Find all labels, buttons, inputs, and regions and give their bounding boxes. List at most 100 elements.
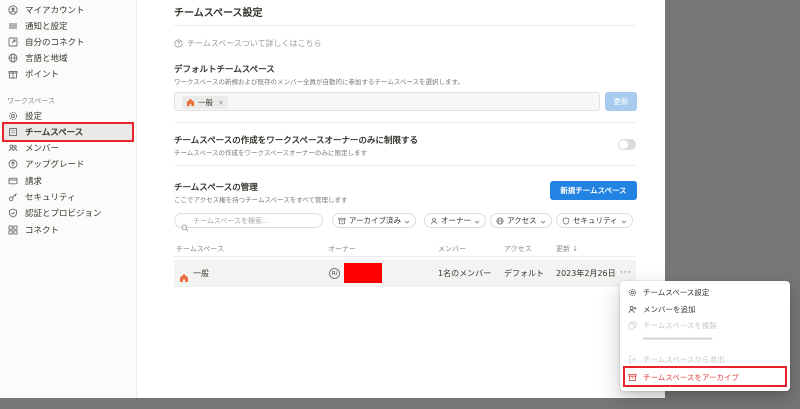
- sidebar-item-security[interactable]: セキュリティ: [4, 189, 132, 205]
- sidebar-item-label: 言語と地域: [25, 54, 68, 64]
- page-title: チームスペース設定: [174, 8, 263, 19]
- user-circle-icon: [7, 4, 19, 16]
- manage-teamspaces-description: ここでアクセス権を持つチームスペースをすべて管理します: [174, 196, 348, 204]
- chip-remove-icon[interactable]: ×: [218, 99, 224, 107]
- overlay-backdrop-bottom: [0, 398, 665, 409]
- restrict-creation-toggle[interactable]: [618, 139, 636, 150]
- column-header-access[interactable]: アクセス: [504, 244, 532, 254]
- filter-owner[interactable]: オーナー: [424, 213, 486, 228]
- filter-label: オーナー: [441, 216, 471, 225]
- divider: [174, 165, 636, 166]
- menu-item-label: チームスペースから退出: [643, 354, 725, 364]
- member-count: 1名のメンバー: [438, 269, 492, 278]
- restrict-creation-description: チームスペースの作成をワークスペースオーナーのみに限定します: [174, 149, 368, 157]
- exit-icon: [628, 354, 637, 364]
- sidebar-item-label: チームスペース: [25, 128, 84, 138]
- sidebar-item-label: 請求: [25, 177, 43, 187]
- new-teamspace-button[interactable]: 新規チームスペース: [550, 181, 637, 200]
- redacted-owner-name: [344, 263, 382, 283]
- search-input[interactable]: [193, 216, 313, 225]
- shield-icon: [7, 207, 19, 219]
- settings-sidebar: マイアカウント 通知と設定 自分のコネクト 言語と地域 ポイント ワークスペース…: [0, 0, 137, 409]
- manage-teamspaces-title: チームスペースの管理: [174, 183, 258, 193]
- gear-icon: [7, 110, 19, 122]
- teamspace-chip: 一般 ×: [182, 96, 228, 109]
- column-header-updated[interactable]: 更新 ↓: [556, 244, 578, 254]
- search-icon: [181, 217, 189, 231]
- sidebar-item-upgrade[interactable]: アップグレード: [4, 156, 132, 172]
- sidebar-item-language-region[interactable]: 言語と地域: [4, 50, 132, 66]
- sidebar-item-label: メンバー: [25, 144, 60, 154]
- credit-card-icon: [7, 175, 19, 187]
- sidebar-item-members[interactable]: メンバー: [4, 140, 132, 156]
- workspace-section-label: ワークスペース: [7, 97, 55, 105]
- filter-access[interactable]: アクセス: [490, 213, 552, 228]
- sidebar-item-my-connections[interactable]: 自分のコネクト: [4, 34, 132, 50]
- home-icon: [179, 268, 189, 282]
- help-link[interactable]: チームスペースついて詳しくはこちら: [174, 38, 322, 49]
- sidebar-item-teamspaces[interactable]: チームスペース: [2, 122, 134, 142]
- teamspace-search[interactable]: [174, 213, 323, 231]
- settings-lines-icon: [7, 20, 19, 32]
- table-header-divider: [174, 256, 636, 257]
- archive-highlight-box: [623, 366, 787, 387]
- globe-icon: [7, 52, 19, 64]
- updated-date: 2023年2月26日: [556, 269, 616, 278]
- people-icon: [7, 142, 19, 154]
- globe-icon: [496, 216, 504, 225]
- filter-archived[interactable]: アーカイブ済み: [332, 213, 417, 228]
- sidebar-item-connections[interactable]: コネクト: [4, 222, 132, 238]
- chevron-down-icon: [540, 218, 546, 224]
- sidebar-item-auth-provisioning[interactable]: 認証とプロビジョン: [4, 205, 132, 221]
- menu-item-label: チームスペース設定: [643, 287, 710, 297]
- menu-item-duplicate-teamspace: チームスペースを複製: [620, 317, 790, 333]
- menu-item-teamspace-settings[interactable]: チームスペース設定: [620, 284, 790, 300]
- sidebar-item-notifications[interactable]: 通知と設定: [4, 18, 132, 34]
- update-button[interactable]: 更新: [605, 92, 637, 111]
- column-header-teamspace[interactable]: チームスペース: [176, 244, 224, 254]
- divider: [174, 25, 636, 26]
- add-person-icon: [628, 305, 637, 314]
- teamspace-settings-panel: チームスペース設定 チームスペースついて詳しくはこちら デフォルトチームスペース…: [138, 0, 665, 398]
- sidebar-item-billing[interactable]: 請求: [4, 173, 132, 189]
- default-teamspace-title: デフォルトチームスペース: [174, 65, 275, 75]
- chevron-down-icon: [621, 218, 627, 224]
- gift-icon: [7, 68, 19, 80]
- sidebar-item-label: コネクト: [25, 226, 60, 236]
- column-header-members[interactable]: メンバー: [438, 244, 466, 254]
- menu-item-leave-teamspace: チームスペースから退出: [620, 351, 790, 367]
- avatar: Ri: [329, 268, 340, 279]
- access-level: デフォルト: [504, 269, 544, 278]
- menu-item-label: メンバーを追加: [643, 304, 696, 314]
- default-teamspace-input[interactable]: 一般 ×: [174, 92, 600, 111]
- sidebar-item-label: 自分のコネクト: [25, 38, 85, 48]
- sidebar-item-points[interactable]: ポイント: [4, 66, 132, 82]
- filter-label: セキュリティ: [573, 216, 618, 225]
- help-link-text: チームスペースついて詳しくはこちら: [187, 39, 322, 48]
- archive-icon: [338, 217, 346, 225]
- person-icon: [430, 217, 438, 225]
- sidebar-item-label: セキュリティ: [25, 193, 76, 203]
- chevron-down-icon: [474, 218, 480, 224]
- sidebar-item-label: マイアカウント: [25, 6, 85, 16]
- divider: [174, 122, 636, 123]
- arrow-up-circle-icon: [7, 158, 19, 170]
- sidebar-item-my-account[interactable]: マイアカウント: [4, 2, 132, 18]
- teamspace-name: 一般: [193, 269, 209, 278]
- shield-icon: [562, 216, 570, 225]
- more-options-icon[interactable]: ···: [620, 268, 632, 278]
- filter-label: アクセス: [507, 216, 537, 225]
- question-circle-icon: [174, 39, 183, 48]
- building-icon: [7, 126, 19, 138]
- sidebar-item-label: アップグレード: [25, 160, 85, 170]
- menu-item-label: チームスペースを複製: [643, 320, 717, 330]
- menu-item-add-members[interactable]: メンバーを追加: [620, 301, 790, 317]
- sidebar-item-label: 認証とプロビジョン: [25, 209, 102, 219]
- default-teamspace-description: ワークスペースの新規および既存のメンバー全員が自動的に参加するチームスペースを選…: [174, 78, 464, 86]
- restrict-creation-title: チームスペースの作成をワークスペースオーナーのみに制限する: [174, 136, 418, 146]
- column-header-owner[interactable]: オーナー: [328, 244, 356, 254]
- chip-label: 一般: [198, 98, 213, 107]
- sidebar-item-label: 通知と設定: [25, 22, 68, 32]
- gear-icon: [628, 288, 637, 297]
- filter-security[interactable]: セキュリティ: [556, 213, 633, 228]
